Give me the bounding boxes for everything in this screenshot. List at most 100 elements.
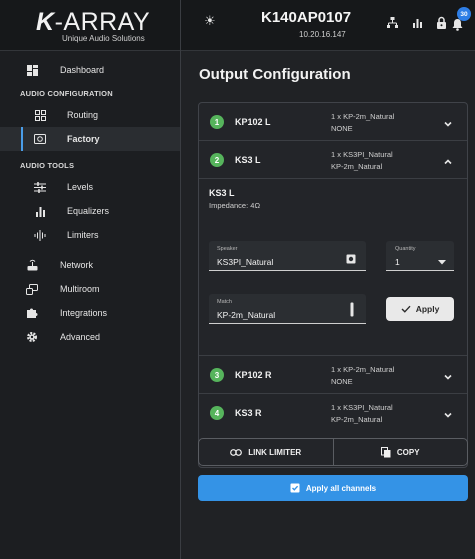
lock-icon[interactable] <box>436 16 448 30</box>
dropdown-arrow-icon <box>438 253 448 265</box>
sidebar-item-label: Factory <box>67 134 100 144</box>
levels-icon <box>34 181 46 193</box>
sidebar: K-ARRAY Unique Audio Solutions Dashboard… <box>0 0 181 559</box>
speaker-label: Speaker <box>217 246 238 252</box>
check-square-icon <box>290 483 300 493</box>
output-name: KS3 L <box>235 155 261 165</box>
chevron-down-icon[interactable] <box>443 116 453 127</box>
apply-all-label: Apply all channels <box>305 483 377 493</box>
output-row-2[interactable]: 2 KS3 L 1 x KS3PI_Natural KP-2m_Natural <box>199 141 467 179</box>
speaker-value: KS3PI_Natural <box>217 257 274 267</box>
sidebar-item-label: Equalizers <box>67 206 110 216</box>
sidebar-item-network[interactable]: Network <box>0 253 180 277</box>
section-title-audio-configuration: AUDIO CONFIGURATION <box>20 89 113 98</box>
sidebar-item-label: Integrations <box>60 308 108 318</box>
output-match: KP-2m_Natural <box>331 162 383 171</box>
sidebar-nav: Dashboard AUDIO CONFIGURATION Routing Fa… <box>0 58 180 349</box>
check-icon <box>401 305 411 313</box>
sidebar-item-advanced[interactable]: Advanced <box>0 325 180 349</box>
sidebar-item-factory[interactable]: Factory <box>0 127 180 151</box>
network-router-icon <box>26 259 38 271</box>
output-name: KP102 R <box>235 370 272 380</box>
speaker-select[interactable]: Speaker KS3PI_Natural <box>209 241 366 271</box>
logo-text: -ARRAY <box>54 8 151 36</box>
copy-button[interactable]: COPY <box>334 439 468 465</box>
sidebar-item-dashboard[interactable]: Dashboard <box>0 58 180 85</box>
sidebar-item-levels[interactable]: Levels <box>0 175 180 199</box>
sidebar-item-label: Routing <box>67 110 99 120</box>
channel-number: 1 <box>210 115 224 129</box>
output-match: NONE <box>331 124 353 133</box>
output-row-3[interactable]: 3 KP102 R 1 x KP-2m_Natural NONE <box>199 356 467 394</box>
output-name: KP102 L <box>235 117 271 127</box>
dashboard-icon <box>26 64 38 76</box>
device-ip: 10.20.16.147 <box>299 30 346 39</box>
puzzle-icon <box>26 307 38 319</box>
output-detail: 1 x KP-2m_Natural NONE <box>331 364 394 388</box>
match-label: Match <box>217 299 232 305</box>
sidebar-item-label: Multiroom <box>60 284 100 294</box>
output-speaker: 1 x KS3PI_Natural <box>331 150 393 159</box>
output-list: 1 KP102 L 1 x KP-2m_Natural NONE 2 KS3 L… <box>198 102 468 468</box>
channel-number: 3 <box>210 368 224 382</box>
top-bar: ☀ K140AP0107 10.20.16.147 30 <box>181 0 475 51</box>
output-detail: 1 x KP-2m_Natural NONE <box>331 111 394 135</box>
bar-speaker-icon <box>350 302 360 317</box>
section-title-audio-tools: AUDIO TOOLS <box>20 161 75 170</box>
output-match: NONE <box>331 377 353 386</box>
sidebar-item-routing[interactable]: Routing <box>0 103 180 127</box>
impedance-text: Impedance: 4Ω <box>209 201 261 210</box>
sidebar-item-label: Limiters <box>67 230 99 240</box>
link-limiter-button[interactable]: LINK LIMITER <box>199 439 334 465</box>
routing-icon <box>34 109 46 121</box>
output-row-4[interactable]: 4 KS3 R 1 x KS3PI_Natural KP-2m_Natural <box>199 394 467 432</box>
apply-button[interactable]: Apply <box>386 297 454 321</box>
copy-label: COPY <box>396 447 420 457</box>
equalizer-icon[interactable] <box>412 16 424 30</box>
link-icon <box>230 448 243 456</box>
chevron-down-icon[interactable] <box>443 369 453 380</box>
output-match: KP-2m_Natural <box>331 415 383 424</box>
apply-all-channels-button[interactable]: Apply all channels <box>198 475 468 501</box>
brand-logo: K-ARRAY <box>36 8 150 37</box>
channel-number: 4 <box>210 406 224 420</box>
chevron-up-icon[interactable] <box>443 154 453 165</box>
main-content: Output Configuration 1 KP102 L 1 x KP-2m… <box>181 51 475 559</box>
output-name: KS3 R <box>235 408 262 418</box>
output-detail: 1 x KS3PI_Natural KP-2m_Natural <box>331 149 393 173</box>
output-speaker: 1 x KP-2m_Natural <box>331 112 395 121</box>
sidebar-item-label: Advanced <box>60 332 101 342</box>
sidebar-item-label: Levels <box>67 182 94 192</box>
notification-badge: 30 <box>457 7 471 21</box>
output-row-1[interactable]: 1 KP102 L 1 x KP-2m_Natural NONE <box>199 103 467 141</box>
output-details-panel: KS3 L Impedance: 4Ω Speaker KS3PI_Natura… <box>199 179 467 356</box>
brand-tagline: Unique Audio Solutions <box>62 34 145 43</box>
sidebar-item-integrations[interactable]: Integrations <box>0 301 180 325</box>
quantity-select[interactable]: Quantity 1 <box>386 241 454 271</box>
page-title: Output Configuration <box>199 66 351 83</box>
output-speaker: 1 x KS3PI_Natural <box>331 403 393 412</box>
match-value: KP-2m_Natural <box>217 310 276 320</box>
sidebar-item-multiroom[interactable]: Multiroom <box>0 277 180 301</box>
equalizer-icon <box>34 205 46 217</box>
copy-icon <box>380 446 391 457</box>
multiroom-icon <box>26 283 38 295</box>
sidebar-item-label: Dashboard <box>60 65 105 75</box>
sidebar-item-equalizers[interactable]: Equalizers <box>0 199 180 223</box>
limiter-icon <box>34 229 46 241</box>
sidebar-item-limiters[interactable]: Limiters <box>0 223 180 247</box>
apply-label: Apply <box>415 304 440 314</box>
speaker-icon <box>34 133 46 145</box>
logo[interactable]: K-ARRAY Unique Audio Solutions <box>0 0 180 51</box>
match-select[interactable]: Match KP-2m_Natural <box>209 294 366 324</box>
link-limiter-label: LINK LIMITER <box>248 447 302 457</box>
gear-icon <box>26 331 38 343</box>
brightness-icon[interactable]: ☀ <box>204 13 216 29</box>
chevron-down-icon[interactable] <box>443 407 453 418</box>
speaker-icon <box>346 251 356 264</box>
quantity-value: 1 <box>395 257 400 267</box>
quantity-label: Quantity <box>395 246 416 252</box>
details-title: KS3 L <box>209 188 235 198</box>
network-icon[interactable] <box>387 16 399 30</box>
action-button-group: LINK LIMITER COPY <box>198 438 468 466</box>
